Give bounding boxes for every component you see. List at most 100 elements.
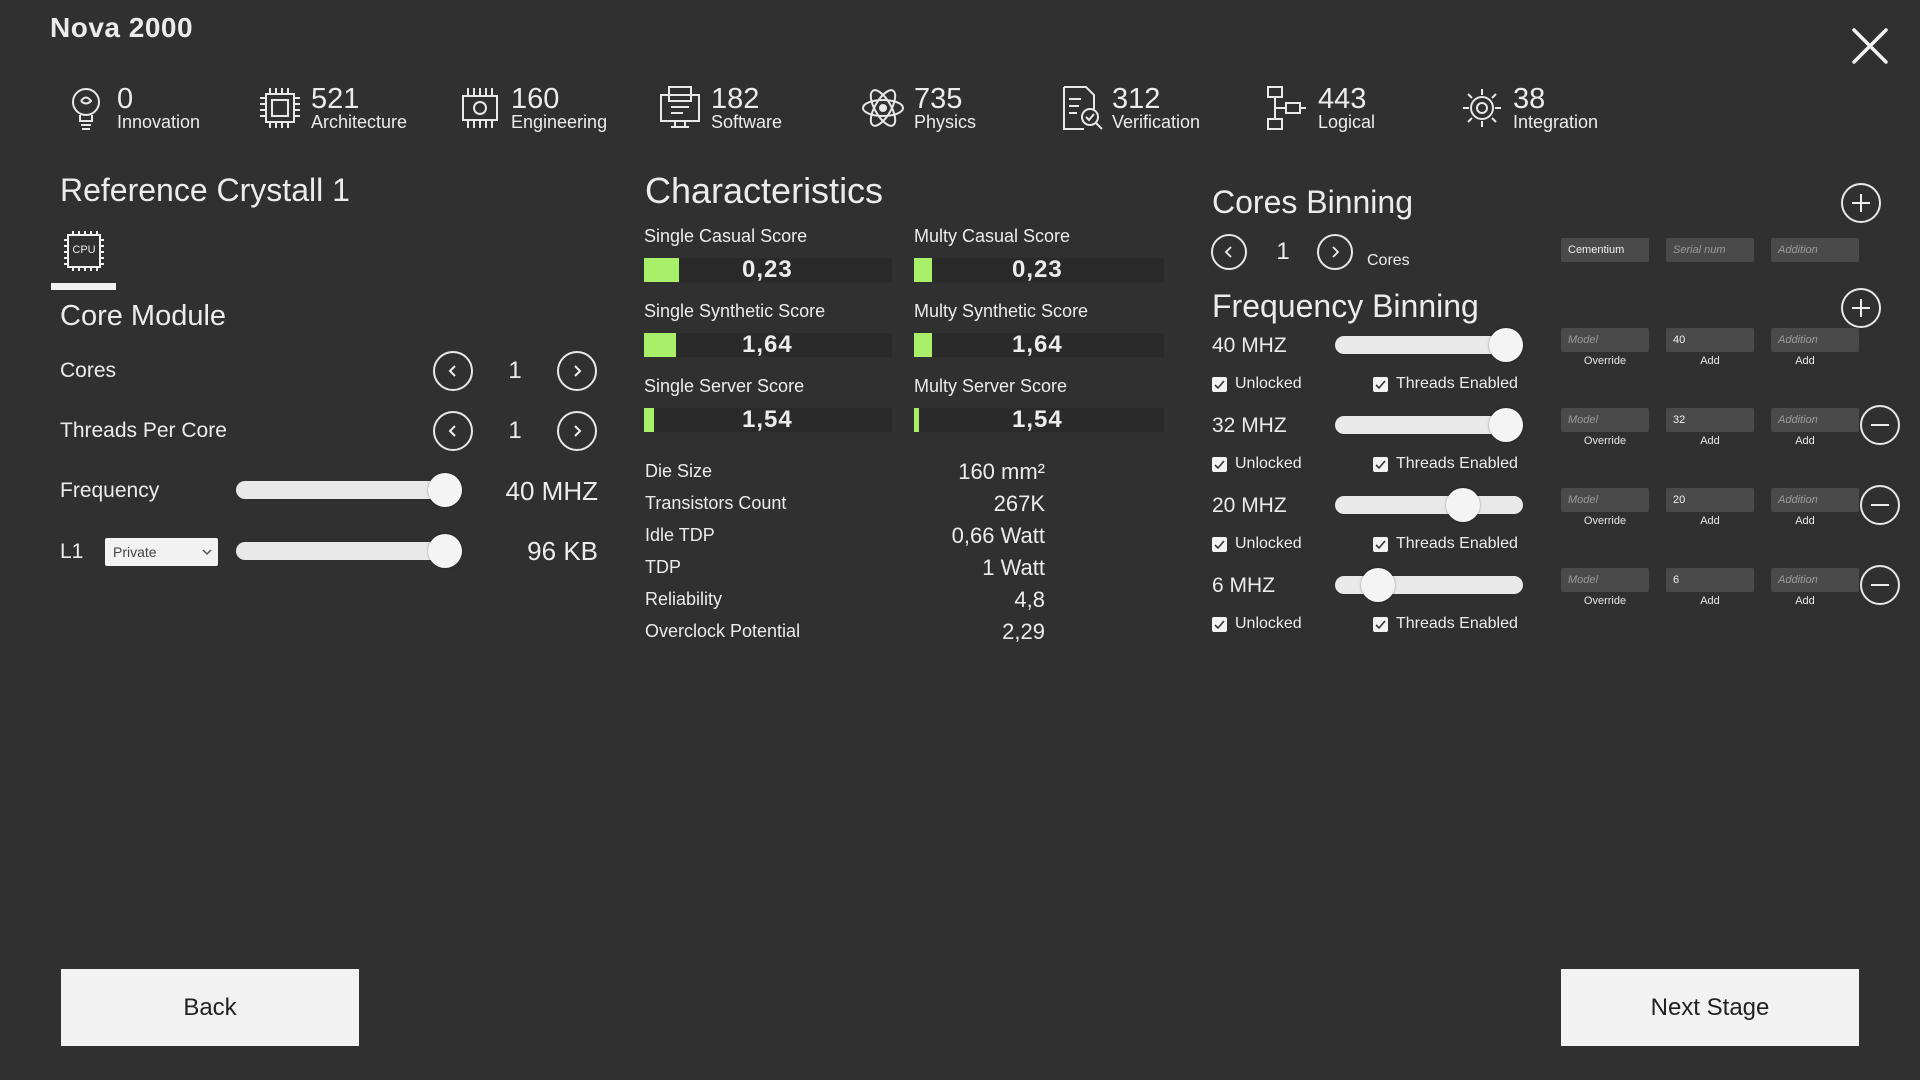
resource-label: Integration xyxy=(1513,112,1599,132)
override-caption: Override xyxy=(1583,355,1627,367)
checkmark-icon xyxy=(1212,616,1227,632)
model-override-field[interactable]: Model xyxy=(1561,328,1649,352)
core-addition-field[interactable]: Addition xyxy=(1771,238,1859,262)
cores-increase-button[interactable] xyxy=(557,351,597,391)
next-stage-button[interactable]: Next Stage xyxy=(1561,969,1859,1046)
resource-label: Innovation xyxy=(117,112,201,132)
remove-frequency-bin-button[interactable] xyxy=(1860,565,1900,605)
spec-label: TDP xyxy=(645,557,681,577)
freq-bin-slider-handle[interactable] xyxy=(1489,328,1523,362)
unlocked-checkbox[interactable]: Unlocked xyxy=(1212,375,1302,393)
core-serial-field[interactable]: Serial num xyxy=(1666,238,1754,262)
resource-verification: 312 Verification xyxy=(1058,78,1200,138)
chevron-left-icon xyxy=(448,425,456,437)
back-button[interactable]: Back xyxy=(61,969,359,1046)
spec-value: 267K xyxy=(993,491,1045,516)
addition-add-field[interactable]: Addition xyxy=(1771,328,1859,352)
checkmark-icon xyxy=(1212,456,1227,472)
l1-slider[interactable] xyxy=(236,534,462,568)
score-label: Single Server Score xyxy=(644,376,805,396)
addition-add-field[interactable]: Addition xyxy=(1771,408,1859,432)
score-value: 1,64 xyxy=(742,331,793,358)
resource-label: Physics xyxy=(914,112,977,132)
checkmark-icon xyxy=(1212,536,1227,552)
core-material-field[interactable]: Cementium xyxy=(1561,238,1649,262)
engineering-chip-icon xyxy=(462,88,498,128)
threads-enabled-label: Threads Enabled xyxy=(1396,615,1518,632)
unlocked-checkbox[interactable]: Unlocked xyxy=(1212,535,1302,553)
atom-icon xyxy=(862,89,904,127)
frequency-slider-handle[interactable] xyxy=(428,473,462,507)
remove-frequency-bin-button[interactable] xyxy=(1860,485,1900,525)
spec-label: Transistors Count xyxy=(645,493,787,513)
resource-integration: 38 Integration xyxy=(1459,78,1598,138)
add-core-bin-button[interactable] xyxy=(1841,183,1881,223)
cores-bin-decrease-button[interactable] xyxy=(1211,234,1247,270)
resource-label: Architecture xyxy=(311,112,408,132)
model-override-field[interactable]: Model xyxy=(1561,408,1649,432)
freq-bin-label: 32 MHZ xyxy=(1212,414,1287,437)
chevron-left-icon xyxy=(1224,246,1232,258)
checkmark-icon xyxy=(1373,616,1388,632)
threads-increase-button[interactable] xyxy=(557,411,597,451)
core-module-title: Core Module xyxy=(60,300,227,332)
frequency-add-field[interactable]: 6 xyxy=(1666,568,1754,592)
spec-value: 2,29 xyxy=(1002,619,1045,644)
score-value: 0,23 xyxy=(742,256,793,283)
unlocked-checkbox[interactable]: Unlocked xyxy=(1212,615,1302,633)
freq-bin-label: 40 MHZ xyxy=(1212,334,1287,357)
addition-add-field[interactable]: Addition xyxy=(1771,488,1859,512)
threads-enabled-checkbox[interactable]: Threads Enabled xyxy=(1373,615,1518,633)
override-caption: Override xyxy=(1583,435,1627,447)
resource-value: 735 xyxy=(914,83,963,115)
resource-value: 38 xyxy=(1513,83,1546,115)
lightbulb-brain-icon xyxy=(72,88,100,130)
crystal-title: Reference Crystall 1 xyxy=(60,172,350,208)
override-caption: Override xyxy=(1583,515,1627,527)
freq-bin-slider[interactable] xyxy=(1335,568,1523,602)
freq-bin-slider[interactable] xyxy=(1335,488,1523,522)
add-caption: Add xyxy=(1795,435,1815,447)
cores-bin-value: 1 xyxy=(1276,238,1290,265)
cpu-icon[interactable]: CPU xyxy=(62,229,106,273)
add-caption: Add xyxy=(1700,595,1720,607)
model-override-field[interactable]: Model xyxy=(1561,488,1649,512)
freq-bin-label: 20 MHZ xyxy=(1212,494,1287,517)
resource-architecture: 521 Architecture xyxy=(257,78,407,138)
close-icon[interactable] xyxy=(1850,26,1890,66)
frequency-add-field[interactable]: 40 xyxy=(1666,328,1754,352)
frequency-slider[interactable] xyxy=(236,473,462,507)
freq-bin-slider-handle[interactable] xyxy=(1489,408,1523,442)
minus-icon xyxy=(1871,584,1889,586)
unlocked-checkbox[interactable]: Unlocked xyxy=(1212,455,1302,473)
score-bar-fill xyxy=(914,258,932,282)
spec-value: 160 mm² xyxy=(958,459,1045,484)
remove-frequency-bin-button[interactable] xyxy=(1860,405,1900,445)
freq-bin-slider[interactable] xyxy=(1335,328,1523,362)
freq-bin-slider[interactable] xyxy=(1335,408,1523,442)
add-caption: Add xyxy=(1700,355,1720,367)
score-label: Single Casual Score xyxy=(644,226,808,246)
architecture-chip-icon xyxy=(260,88,300,128)
model-override-field[interactable]: Model xyxy=(1561,568,1649,592)
threads-enabled-checkbox[interactable]: Threads Enabled xyxy=(1373,375,1518,393)
l1-slider-handle[interactable] xyxy=(428,534,462,568)
addition-add-field[interactable]: Addition xyxy=(1771,568,1859,592)
add-frequency-bin-button[interactable] xyxy=(1841,288,1881,328)
freq-bin-slider-handle[interactable] xyxy=(1361,568,1396,602)
spec-label: Idle TDP xyxy=(645,525,715,545)
cores-value: 1 xyxy=(508,357,522,384)
resource-value: 521 xyxy=(311,83,360,115)
add-caption: Add xyxy=(1700,515,1720,527)
frequency-add-field[interactable]: 32 xyxy=(1666,408,1754,432)
cores-bin-increase-button[interactable] xyxy=(1317,234,1353,270)
l1-mode-select[interactable]: Private xyxy=(105,538,218,566)
threads-enabled-checkbox[interactable]: Threads Enabled xyxy=(1373,455,1518,473)
threads-enabled-checkbox[interactable]: Threads Enabled xyxy=(1373,535,1518,553)
threads-decrease-button[interactable] xyxy=(433,411,473,451)
freq-bin-slider-handle[interactable] xyxy=(1445,488,1480,522)
cores-decrease-button[interactable] xyxy=(433,351,473,391)
resource-label: Engineering xyxy=(511,112,608,132)
score-value: 0,23 xyxy=(1012,256,1063,283)
frequency-add-field[interactable]: 20 xyxy=(1666,488,1754,512)
